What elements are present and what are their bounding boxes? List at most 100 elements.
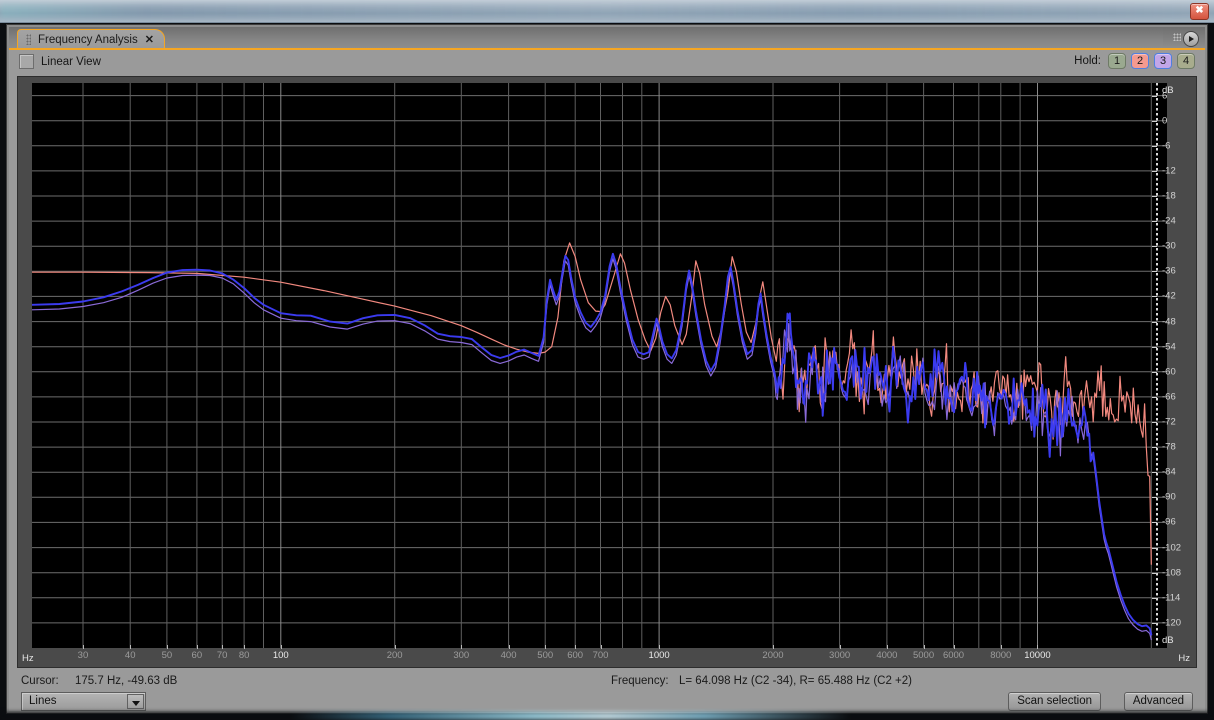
frequency-label: Frequency: <box>611 675 669 687</box>
db-axis-top-label: dB <box>1162 85 1174 96</box>
hz-tick-label: 30 <box>77 650 89 661</box>
db-tick-label: -30 <box>1162 240 1176 252</box>
hz-tick-mark <box>394 645 396 649</box>
chevron-down-icon[interactable] <box>127 694 144 709</box>
db-axis-bottom-label: dB <box>1162 635 1174 646</box>
db-tick-label: -18 <box>1162 190 1176 202</box>
hz-tick-label: 8000 <box>990 650 1012 661</box>
hz-axis-right-label: Hz <box>1178 653 1190 664</box>
bottom-controls-row: Lines Scan selection Advanced <box>9 692 1205 711</box>
db-tick-label: -54 <box>1162 341 1176 353</box>
db-tick-mark <box>1152 396 1157 398</box>
hz-tick-mark <box>130 645 132 649</box>
plugin-panel: Frequency Analysis ✕ Linear View Hold: 1 <box>6 24 1208 714</box>
hz-tick-label: 50 <box>161 650 173 661</box>
cursor-value: 175.7 Hz, -49.63 dB <box>75 675 178 687</box>
hz-tick-mark <box>1000 645 1002 649</box>
db-tick-label: -12 <box>1162 165 1176 177</box>
tab-label: Frequency Analysis <box>38 33 138 46</box>
hz-tick-mark <box>886 645 888 649</box>
hz-tick-label: 80 <box>238 650 250 661</box>
hz-tick-mark <box>659 645 661 649</box>
tab-strip-right-cap <box>1163 27 1205 49</box>
hz-tick-mark <box>600 645 602 649</box>
hz-tick-mark <box>166 645 168 649</box>
db-tick-label: -90 <box>1162 491 1176 503</box>
hz-tick-label: 3000 <box>829 650 851 661</box>
db-tick-mark <box>1152 597 1157 599</box>
hz-tick-mark <box>839 645 841 649</box>
cursor-label: Cursor: <box>21 675 59 687</box>
db-tick-label: -48 <box>1162 316 1176 328</box>
tab-frequency-analysis[interactable]: Frequency Analysis ✕ <box>17 29 165 49</box>
db-tick-mark <box>1152 371 1157 373</box>
linear-view-label: Linear View <box>41 55 101 68</box>
db-tick-label: -96 <box>1162 516 1176 528</box>
frequency-analysis-window: ✖ Frequency Analysis ✕ Linear View Hold:… <box>0 0 1214 720</box>
db-axis: 6 0 -6 -12 -18 -24 -30 -36 -42 -48 -54 -60 -66 -72 -78… <box>1152 83 1194 648</box>
db-tick-label: -24 <box>1162 215 1176 227</box>
plot-area[interactable] <box>32 83 1167 648</box>
db-tick-mark <box>1152 321 1157 323</box>
db-tick-mark <box>1152 497 1157 499</box>
db-tick-label: -6 <box>1162 140 1171 152</box>
hz-tick-label: 2000 <box>762 650 784 661</box>
hz-tick-label: 4000 <box>876 650 898 661</box>
hold-button-4[interactable]: 4 <box>1177 53 1195 69</box>
plugin-panel-inner: Frequency Analysis ✕ Linear View Hold: 1 <box>9 27 1205 711</box>
drag-grip-icon <box>26 34 31 45</box>
hz-tick-label: 100 <box>272 650 289 661</box>
hz-tick-mark <box>575 645 577 649</box>
hz-tick-mark <box>196 645 198 649</box>
tab-close-icon[interactable]: ✕ <box>145 33 154 46</box>
hz-tick-mark <box>280 645 282 649</box>
db-tick-mark <box>1152 145 1157 147</box>
hz-tick-label: 500 <box>537 650 554 661</box>
spectrum-graph[interactable]: 6 0 -6 -12 -18 -24 -30 -36 -42 -48 -54 -60 -66 -72 -78… <box>17 76 1197 668</box>
scan-selection-button[interactable]: Scan selection <box>1008 692 1101 711</box>
hz-tick-label: 700 <box>592 650 609 661</box>
db-tick-mark <box>1152 547 1157 549</box>
hz-tick-mark <box>244 645 246 649</box>
db-tick-mark <box>1152 170 1157 172</box>
db-tick-mark <box>1152 447 1157 449</box>
hz-tick-label: 10000 <box>1024 650 1051 661</box>
db-tick-label: -78 <box>1162 441 1176 453</box>
hold-button-group: Hold: 1 2 3 4 <box>1074 53 1195 69</box>
status-row: Cursor: 175.7 Hz, -49.63 dB Frequency: L… <box>9 672 1205 694</box>
hz-tick-mark <box>923 645 925 649</box>
db-tick-mark <box>1152 522 1157 524</box>
spectrum-plot-svg <box>32 83 1167 648</box>
db-tick-label: -66 <box>1162 391 1176 403</box>
db-tick-mark <box>1152 296 1157 298</box>
hold-button-2[interactable]: 2 <box>1131 53 1149 69</box>
db-tick-mark <box>1152 120 1157 122</box>
hold-button-1[interactable]: 1 <box>1108 53 1126 69</box>
display-mode-value: Lines <box>29 695 57 707</box>
display-mode-select[interactable]: Lines <box>21 692 146 711</box>
window-close-button[interactable]: ✖ <box>1190 3 1209 20</box>
frequency-value: L= 64.098 Hz (C2 -34), R= 65.488 Hz (C2 … <box>679 675 912 687</box>
titlebar-glow <box>0 4 1214 18</box>
hz-tick-label: 200 <box>386 650 403 661</box>
hz-tick-mark <box>545 645 547 649</box>
window-titlebar: ✖ <box>0 0 1214 23</box>
advanced-button[interactable]: Advanced <box>1123 692 1193 711</box>
hz-tick-label: 600 <box>567 650 584 661</box>
db-tick-mark <box>1152 221 1157 223</box>
window-bottom-glow <box>0 712 1214 720</box>
play-icon[interactable] <box>1183 31 1199 47</box>
hold-label: Hold: <box>1074 55 1101 67</box>
hz-tick-mark <box>1037 645 1039 649</box>
db-tick-label: -36 <box>1162 265 1176 277</box>
hz-tick-label: 5000 <box>912 650 935 661</box>
hz-tick-label: 40 <box>124 650 136 661</box>
db-tick-mark <box>1152 271 1157 273</box>
hold-button-3[interactable]: 3 <box>1154 53 1172 69</box>
dots-grip-icon <box>1173 33 1181 41</box>
db-axis-dotline <box>1156 83 1158 648</box>
db-tick-mark <box>1152 572 1157 574</box>
db-tick-mark <box>1152 422 1157 423</box>
tab-strip: Frequency Analysis ✕ <box>9 27 1205 50</box>
linear-view-checkbox[interactable]: Linear View <box>19 54 101 69</box>
